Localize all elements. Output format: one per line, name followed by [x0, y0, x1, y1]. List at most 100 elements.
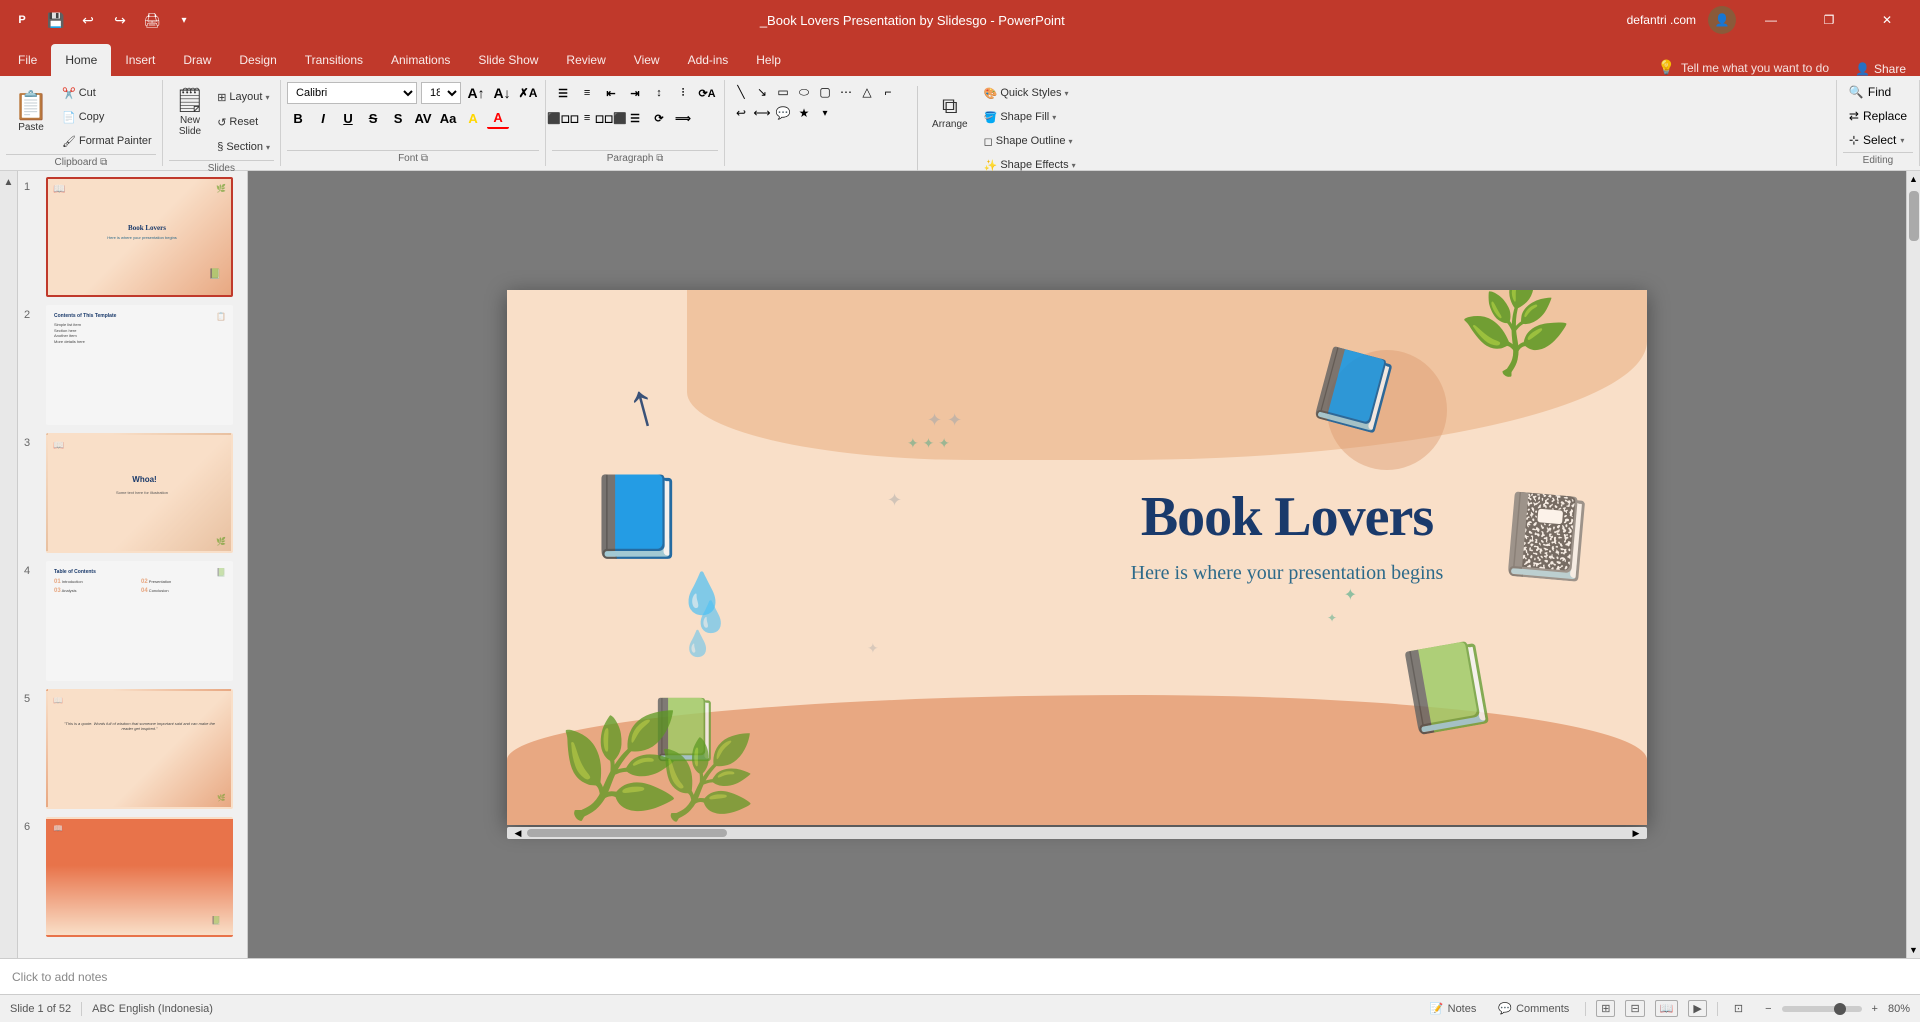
italic-button[interactable]: I	[312, 107, 334, 129]
slide-sorter-button[interactable]: ⊟	[1625, 1000, 1644, 1017]
arrange-button[interactable]: ⧉ Arrange	[924, 82, 976, 140]
slide-thumbnail-4[interactable]: Table of Contents 01 Introduction 02 Pre…	[46, 561, 233, 681]
callout-button[interactable]: 💬	[773, 103, 793, 123]
slide-thumb-2[interactable]: 2 Contents of This Template Simple list …	[22, 303, 243, 427]
rect-shape-button[interactable]: ▭	[773, 82, 793, 102]
copy-button[interactable]: 📄 Copy	[58, 106, 156, 128]
align-right-button[interactable]: ◻◻⬛	[600, 107, 622, 129]
notes-bar[interactable]: Click to add notes	[0, 958, 1920, 994]
comments-button[interactable]: 💬 Comments	[1492, 1000, 1575, 1017]
justify-button[interactable]: ☰	[624, 107, 646, 129]
notes-placeholder[interactable]: Click to add notes	[12, 970, 107, 984]
tab-slideshow[interactable]: Slide Show	[464, 44, 552, 76]
text-highlight-button[interactable]: A	[462, 107, 484, 129]
numbering-button[interactable]: ≡	[576, 82, 598, 104]
line-spacing-button[interactable]: ↕	[648, 82, 670, 104]
more-shapes-button[interactable]: ⋯	[836, 82, 856, 102]
scroll-right-button[interactable]: ▶	[1630, 828, 1642, 838]
font-size-select[interactable]: 18	[421, 82, 461, 104]
shapes-expand[interactable]: ▾	[815, 103, 835, 123]
find-button[interactable]: 🔍 Find	[1843, 82, 1913, 102]
tell-me-input[interactable]: 💡 Tell me what you want to do	[1646, 59, 1842, 76]
double-arrow-button[interactable]: ⟷	[752, 103, 772, 123]
tab-addins[interactable]: Add-ins	[674, 44, 743, 76]
zoom-in-button[interactable]: +	[1866, 1001, 1884, 1017]
redo-button[interactable]: ↪	[106, 6, 134, 34]
oval-shape-button[interactable]: ⬭	[794, 82, 814, 102]
tab-home[interactable]: Home	[51, 44, 111, 76]
decrease-indent-button[interactable]: ⇤	[600, 82, 622, 104]
tab-insert[interactable]: Insert	[111, 44, 169, 76]
slide-thumb-4[interactable]: 4 Table of Contents 01 Introduction 02 P…	[22, 559, 243, 683]
paste-button[interactable]: 📋 Paste	[6, 82, 56, 140]
right-angle-button[interactable]: ⌐	[878, 82, 898, 102]
scroll-left-button[interactable]: ◀	[512, 828, 524, 838]
slideshow-button[interactable]: ▶	[1688, 1000, 1706, 1017]
arrow-shape-button[interactable]: ↘	[752, 82, 772, 102]
tab-transitions[interactable]: Transitions	[291, 44, 377, 76]
reset-button[interactable]: ↺ Reset	[213, 111, 274, 133]
select-button[interactable]: ⊹ Select ▾	[1843, 130, 1913, 150]
font-family-select[interactable]: Calibri	[287, 82, 417, 104]
bullets-button[interactable]: ☰	[552, 82, 574, 104]
user-avatar[interactable]: 👤	[1708, 6, 1736, 34]
align-left-button[interactable]: ⬛◻◻	[552, 107, 574, 129]
shape-fill-button[interactable]: 🪣 Shape Fill ▾	[980, 106, 1080, 128]
triangle-shape-button[interactable]: △	[857, 82, 877, 102]
increase-indent-button[interactable]: ⇥	[624, 82, 646, 104]
scroll-up-button[interactable]: ▲	[1907, 171, 1920, 187]
slide-thumbnail-6[interactable]: 📖 📗	[46, 817, 233, 937]
minimize-button[interactable]: —	[1748, 0, 1794, 40]
columns-button[interactable]: ⫶	[672, 82, 694, 104]
zoom-thumb[interactable]	[1834, 1003, 1846, 1015]
v-scroll-thumb[interactable]	[1909, 191, 1919, 241]
change-case-button[interactable]: Aa	[437, 107, 459, 129]
right-scrollbar[interactable]: ▲ ▼	[1906, 171, 1920, 958]
tab-animations[interactable]: Animations	[377, 44, 464, 76]
curved-arrow-button[interactable]: ↩	[731, 103, 751, 123]
slide-thumb-3[interactable]: 3 Whoa! Some text here for illustration …	[22, 431, 243, 555]
scroll-up-arrow[interactable]: ▲	[0, 173, 18, 191]
clear-formatting[interactable]: ✗A	[517, 82, 539, 104]
line-shape-button[interactable]: ╲	[731, 82, 751, 102]
section-button[interactable]: § Section ▾	[213, 136, 274, 158]
restore-button[interactable]: ❐	[1806, 0, 1852, 40]
star-shape-button[interactable]: ★	[794, 103, 814, 123]
shape-outline-button[interactable]: ◻ Shape Outline ▾	[980, 130, 1080, 152]
convert-button[interactable]: ⟹	[672, 107, 694, 129]
close-button[interactable]: ✕	[1864, 0, 1910, 40]
cut-button[interactable]: ✂️ Cut	[58, 82, 156, 104]
smartart-convert[interactable]: ⟳	[648, 107, 670, 129]
strikethrough-button[interactable]: S	[362, 107, 384, 129]
zoom-slider[interactable]	[1782, 1006, 1862, 1012]
replace-button[interactable]: ⇄ Replace	[1843, 106, 1913, 126]
square-shape-button[interactable]: ▢	[815, 82, 835, 102]
slide-canvas[interactable]: 🌿 ↑ 📘 💧 💧 💧 📗 🌿 🌿 ✦ ✦ ✦ ✦ ✦ 📘 ✦ ✦	[507, 290, 1647, 825]
scroll-down-button[interactable]: ▼	[1907, 942, 1920, 958]
font-size-decrease[interactable]: A↓	[491, 82, 513, 104]
slide-thumb-5[interactable]: 5 "This is a quote. Words full of wisdom…	[22, 687, 243, 811]
tab-design[interactable]: Design	[225, 44, 290, 76]
slide-thumbnail-2[interactable]: Contents of This Template Simple list it…	[46, 305, 233, 425]
share-button[interactable]: 👤 Share	[1841, 62, 1920, 76]
h-scroll-thumb[interactable]	[527, 829, 727, 837]
quick-access-dropdown[interactable]: ▾	[170, 6, 198, 34]
slide-thumbnail-5[interactable]: "This is a quote. Words full of wisdom t…	[46, 689, 233, 809]
text-shadow-button[interactable]: S	[387, 107, 409, 129]
tab-draw[interactable]: Draw	[169, 44, 225, 76]
slide-thumb-1[interactable]: 1 Book Lovers Here is where your present…	[22, 175, 243, 299]
zoom-out-button[interactable]: −	[1759, 1001, 1777, 1017]
bold-button[interactable]: B	[287, 107, 309, 129]
tab-file[interactable]: File	[4, 44, 51, 76]
char-spacing-button[interactable]: AV	[412, 107, 434, 129]
new-slide-button[interactable]: 🗒 New Slide	[169, 82, 211, 140]
normal-view-button[interactable]: ⊞	[1596, 1000, 1615, 1017]
save-button[interactable]: 💾	[42, 6, 70, 34]
format-painter-button[interactable]: 🖌 Format Painter	[58, 130, 156, 152]
reading-view-button[interactable]: 📖	[1655, 1000, 1679, 1017]
underline-button[interactable]: U	[337, 107, 359, 129]
font-size-increase[interactable]: A↑	[465, 82, 487, 104]
slide-thumbnail-1[interactable]: Book Lovers Here is where your presentat…	[46, 177, 233, 297]
notes-button[interactable]: 📝 Notes	[1424, 1000, 1482, 1017]
tab-help[interactable]: Help	[742, 44, 795, 76]
